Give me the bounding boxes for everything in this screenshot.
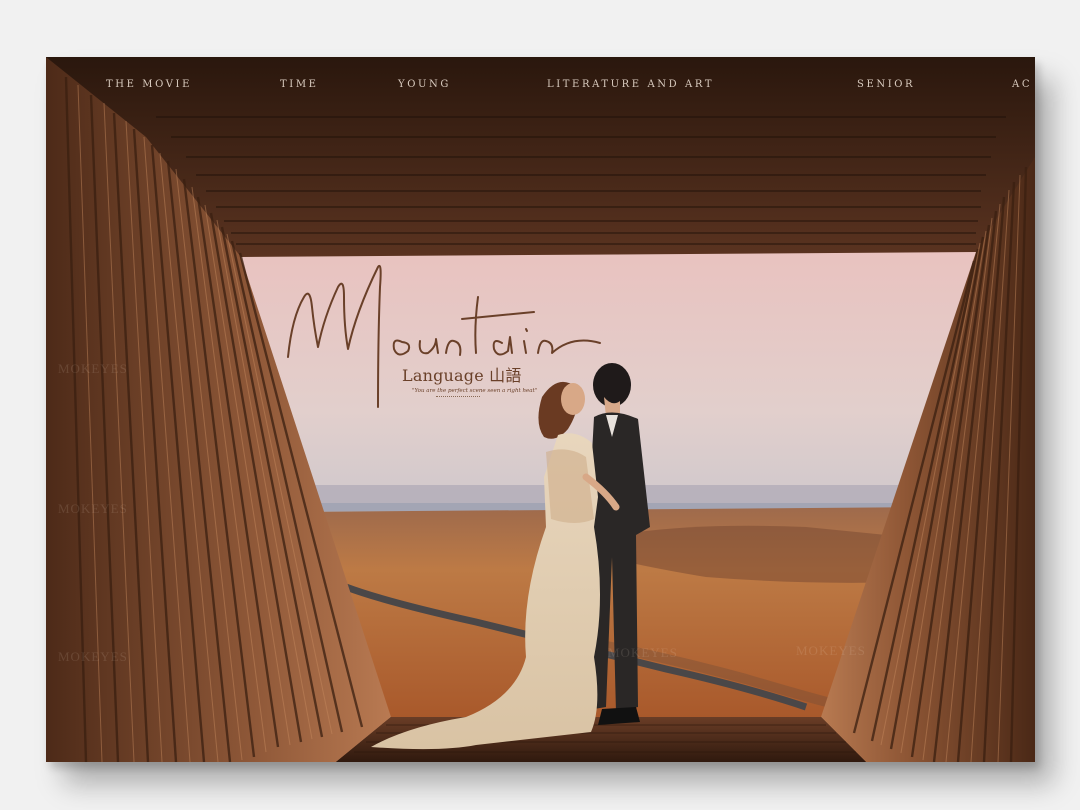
top-nav: THE MOVIE TIME YOUNG LITERATURE AND ART … xyxy=(46,79,1035,93)
watermark: MOKEYES xyxy=(58,361,128,376)
nav-item-young[interactable]: YOUNG xyxy=(398,79,451,90)
watermark: MOKEYES xyxy=(58,649,128,664)
nav-item-the-movie[interactable]: THE MOVIE xyxy=(106,79,192,90)
title-block: Language 山語 "You are the perfect scene s… xyxy=(282,257,642,417)
nav-item-senior[interactable]: SENIOR xyxy=(857,79,915,90)
tagline-rule xyxy=(436,396,480,400)
watermark: MOKEYES xyxy=(58,501,128,516)
watermark: MOKEYES xyxy=(796,643,866,658)
tagline: "You are the perfect scene seen a right … xyxy=(412,388,538,394)
subtitle: Language 山語 xyxy=(402,366,522,385)
nav-item-ac[interactable]: AC xyxy=(1012,79,1032,90)
nav-item-literature-and-art[interactable]: LITERATURE AND ART xyxy=(547,79,714,90)
nav-item-time[interactable]: TIME xyxy=(280,79,319,90)
poster-canvas: MOKEYES MOKEYES MOKEYES MOKEYES MOKEYES … xyxy=(46,57,1035,762)
watermark: MOKEYES xyxy=(608,645,678,660)
